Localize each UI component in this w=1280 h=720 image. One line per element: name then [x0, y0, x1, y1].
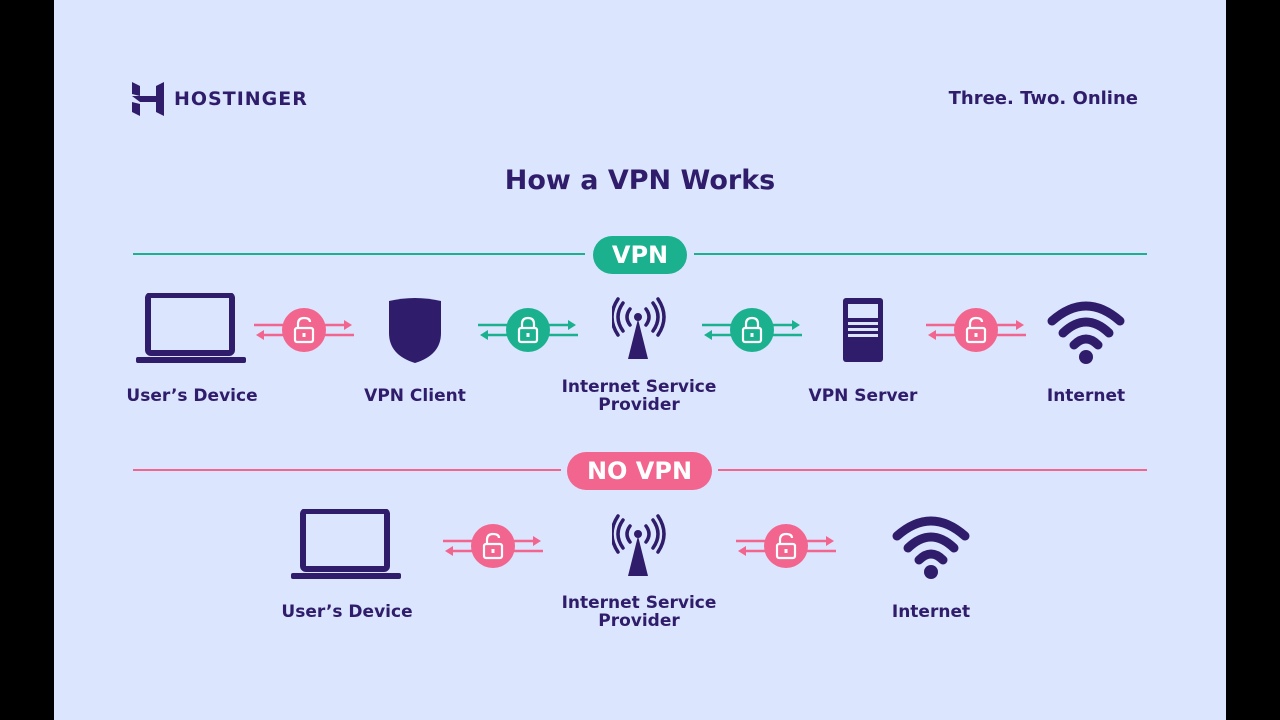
vpn-link — [254, 305, 354, 355]
vpn-node-label: Internet — [1046, 386, 1126, 406]
novpn-divider-right — [718, 469, 1147, 471]
novpn-link — [736, 521, 836, 571]
vpn-node-vpn-server-server-icon — [843, 298, 883, 362]
novpn-section-badge: NO VPN — [567, 452, 712, 490]
bidirectional-arrows-icon — [478, 308, 578, 352]
vpn-link — [478, 305, 578, 355]
bidirectional-arrows-icon — [443, 524, 543, 568]
novpn-link — [443, 521, 543, 571]
vpn-node-label: VPN Server — [808, 386, 918, 406]
bidirectional-arrows-icon — [926, 308, 1026, 352]
bidirectional-arrows-icon — [736, 524, 836, 568]
novpn-node-internet-wifi-icon — [891, 512, 971, 580]
brand-name: HOSTINGER — [174, 88, 308, 110]
vpn-node-users-device-laptop-icon — [134, 293, 250, 367]
vpn-divider-right — [694, 253, 1147, 255]
vpn-section-badge: VPN — [593, 236, 687, 274]
novpn-divider-left — [133, 469, 561, 471]
vpn-node-label: Internet Service Provider — [561, 377, 717, 415]
novpn-node-label: Internet Service Provider — [561, 593, 717, 631]
vpn-node-vpn-client-shield-icon — [389, 298, 441, 363]
vpn-link — [926, 305, 1026, 355]
bidirectional-arrows-icon — [254, 308, 354, 352]
bidirectional-arrows-icon — [702, 308, 802, 352]
vpn-node-label: VPN Client — [364, 386, 466, 406]
vpn-divider-left — [133, 253, 585, 255]
hostinger-logo-icon — [132, 82, 164, 116]
vpn-link — [702, 305, 802, 355]
novpn-node-isp-cell-tower-icon — [612, 514, 666, 578]
novpn-node-label: Internet — [891, 602, 971, 622]
diagram-title: How a VPN Works — [504, 165, 776, 196]
tagline: Three. Two. Online — [948, 88, 1138, 109]
vpn-node-internet-wifi-icon — [1046, 297, 1126, 365]
brand: HOSTINGER — [132, 82, 308, 116]
vpn-node-label: User’s Device — [126, 386, 258, 406]
novpn-node-users-device-laptop-icon — [289, 509, 405, 583]
novpn-node-label: User’s Device — [281, 602, 413, 622]
vpn-node-isp-cell-tower-icon — [612, 297, 666, 361]
